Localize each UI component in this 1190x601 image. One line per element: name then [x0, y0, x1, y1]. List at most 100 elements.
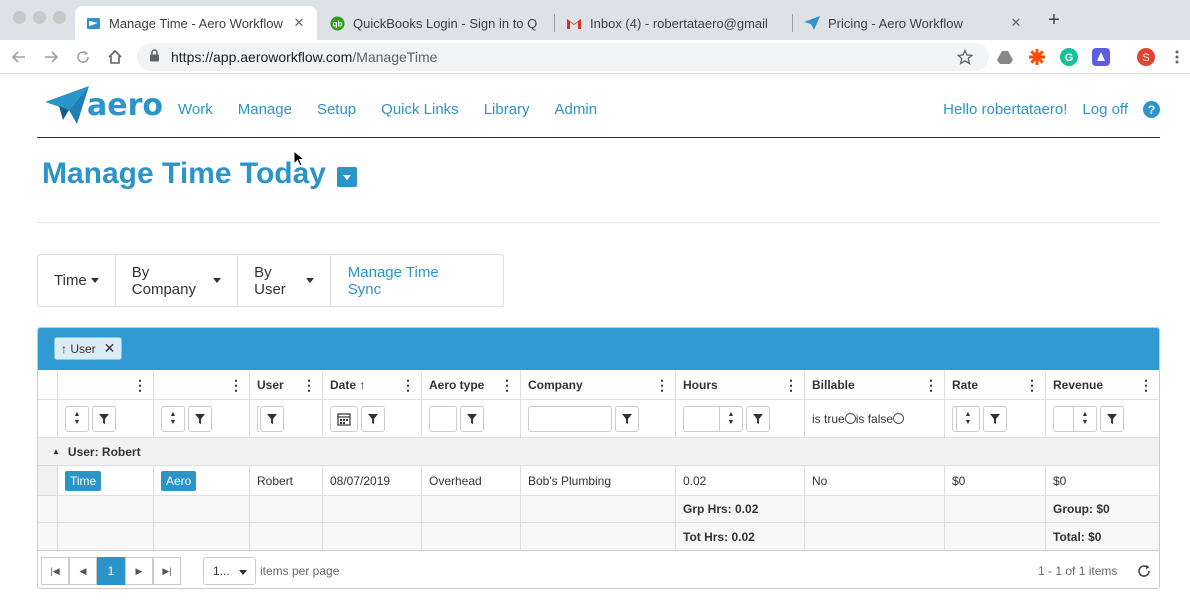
browser-menu-icon[interactable]: [1170, 46, 1184, 68]
logoff-link[interactable]: Log off: [1082, 101, 1128, 118]
first-page-icon[interactable]: |◀: [41, 557, 69, 585]
nav-admin[interactable]: Admin: [555, 101, 598, 118]
window-minimize-button[interactable]: [33, 11, 46, 24]
help-icon[interactable]: ?: [1143, 101, 1160, 118]
column-menu-icon[interactable]: ⋮: [401, 378, 415, 392]
aero-logo[interactable]: aero: [45, 84, 163, 126]
filter-icon[interactable]: [983, 405, 1007, 432]
tab-title: Manage Time - Aero Workflow: [109, 15, 283, 31]
filter-icon[interactable]: [615, 405, 639, 432]
caret-down-icon: [213, 278, 222, 283]
header-col-company[interactable]: Company ⋮: [520, 370, 675, 399]
manage-time-sync-link[interactable]: Manage Time Sync: [331, 255, 503, 306]
by-company-menu[interactable]: By Company: [116, 255, 239, 306]
window-close-button[interactable]: [13, 11, 26, 24]
header-col-aero-type[interactable]: Aero type ⋮: [421, 370, 520, 399]
time-button[interactable]: Time: [65, 470, 102, 491]
caret-down-icon: [90, 278, 99, 283]
last-page-icon[interactable]: ▶|: [153, 557, 181, 585]
filter-icon[interactable]: [1100, 405, 1124, 432]
reload-icon[interactable]: [72, 46, 94, 68]
nav-work[interactable]: Work: [178, 101, 213, 118]
gmail-icon: [566, 15, 582, 31]
header-col-billable[interactable]: Billable ⋮: [804, 370, 944, 399]
nav-manage[interactable]: Manage: [238, 101, 292, 118]
time-menu[interactable]: Time: [38, 255, 116, 306]
close-icon[interactable]: ✕: [1008, 15, 1024, 31]
filter-icon[interactable]: [188, 405, 212, 432]
extension-icon[interactable]: [1092, 48, 1110, 66]
filter-icon[interactable]: [460, 405, 484, 432]
filter-icon[interactable]: [361, 405, 385, 432]
title-dropdown-button[interactable]: [337, 167, 357, 187]
remove-group-icon[interactable]: ✕: [104, 340, 116, 357]
header-col-rate[interactable]: Rate ⋮: [944, 370, 1045, 399]
header-group-indent: [38, 370, 57, 399]
filter-icon[interactable]: [746, 405, 770, 432]
refresh-icon[interactable]: [1136, 563, 1152, 582]
company-filter-input[interactable]: [528, 405, 612, 432]
cell-user: Robert: [249, 466, 322, 495]
caret-down-icon: [305, 278, 314, 283]
spinner[interactable]: ▲ ▼: [956, 405, 980, 432]
spinner[interactable]: ▲ ▼: [161, 405, 185, 432]
nav-setup[interactable]: Setup: [317, 101, 356, 118]
column-menu-icon[interactable]: ⋮: [302, 378, 316, 392]
home-icon[interactable]: [104, 46, 126, 68]
revenue-filter-input[interactable]: [1053, 405, 1073, 432]
column-menu-icon[interactable]: ⋮: [784, 378, 798, 392]
group-chip-user[interactable]: ↑ User ✕: [54, 337, 123, 360]
next-page-icon[interactable]: ▶: [125, 557, 153, 585]
column-menu-icon[interactable]: ⋮: [1139, 378, 1153, 392]
browser-tab-manage-time[interactable]: Manage Time - Aero Workflow ✕: [75, 6, 317, 40]
drive-extension-icon[interactable]: [996, 48, 1014, 66]
table-row[interactable]: Time Aero Robert 08/07/2019 Overhead Bob…: [38, 466, 1159, 496]
bookmark-star-icon[interactable]: [954, 46, 976, 68]
calendar-icon[interactable]: [330, 405, 358, 432]
page-1-button[interactable]: 1: [97, 557, 125, 585]
group-header-row[interactable]: ▲ User: Robert: [38, 438, 1159, 466]
spinner[interactable]: ▲ ▼: [719, 405, 743, 432]
header-col-hours[interactable]: Hours ⋮: [675, 370, 804, 399]
grammarly-extension-icon[interactable]: G: [1060, 48, 1078, 66]
collapse-triangle-icon[interactable]: ▲: [52, 447, 60, 456]
zapier-extension-icon[interactable]: [1028, 48, 1046, 66]
user-greeting-link[interactable]: Hello robertataero!: [943, 101, 1067, 118]
aero-button[interactable]: Aero: [161, 470, 197, 491]
column-menu-icon[interactable]: ⋮: [1025, 378, 1039, 392]
column-menu-icon[interactable]: ⋮: [924, 378, 938, 392]
column-menu-icon[interactable]: ⋮: [133, 378, 147, 392]
by-user-menu[interactable]: By User: [238, 255, 331, 306]
back-icon[interactable]: [8, 46, 30, 68]
spinner[interactable]: ▲ ▼: [65, 405, 89, 432]
column-menu-icon[interactable]: ⋮: [500, 378, 514, 392]
nav-quick-links[interactable]: Quick Links: [381, 101, 459, 118]
hours-filter-input[interactable]: [683, 405, 719, 432]
filter-icon[interactable]: [92, 405, 116, 432]
header-col-revenue[interactable]: Revenue ⋮: [1045, 370, 1159, 399]
filter-icon[interactable]: [260, 405, 284, 432]
group-header-label: User: Robert: [67, 444, 141, 459]
address-bar[interactable]: https://app.aeroworkflow.com/ManageTime: [137, 43, 989, 71]
grid-pager: |◀ ◀ 1 ▶ ▶| 1... items per page 1 - 1 of…: [38, 552, 1159, 588]
header-col-user[interactable]: User ⋮: [249, 370, 322, 399]
profile-avatar[interactable]: S: [1137, 48, 1155, 66]
aero-type-filter-input[interactable]: [429, 405, 457, 432]
is-false-radio[interactable]: [893, 413, 905, 424]
spinner[interactable]: ▲ ▼: [1073, 405, 1097, 432]
browser-tab-pricing[interactable]: Pricing - Aero Workflow ✕: [794, 6, 1034, 40]
nav-library[interactable]: Library: [484, 101, 530, 118]
forward-icon[interactable]: [40, 46, 62, 68]
page-size-select[interactable]: 1...: [203, 557, 256, 585]
close-icon[interactable]: ✕: [291, 15, 307, 31]
browser-tab-gmail[interactable]: Inbox (4) - robertataero@gmail: [556, 6, 792, 40]
column-menu-icon[interactable]: ⋮: [229, 378, 243, 392]
filter-aero-type: [421, 400, 520, 437]
column-menu-icon[interactable]: ⋮: [655, 378, 669, 392]
is-true-radio[interactable]: [844, 413, 856, 424]
prev-page-icon[interactable]: ◀: [69, 557, 97, 585]
new-tab-button[interactable]: +: [1043, 9, 1065, 31]
header-col-date[interactable]: Date ↑ ⋮: [322, 370, 421, 399]
browser-tab-quickbooks[interactable]: qb QuickBooks Login - Sign in to Q: [319, 6, 555, 40]
window-zoom-button[interactable]: [53, 11, 66, 24]
